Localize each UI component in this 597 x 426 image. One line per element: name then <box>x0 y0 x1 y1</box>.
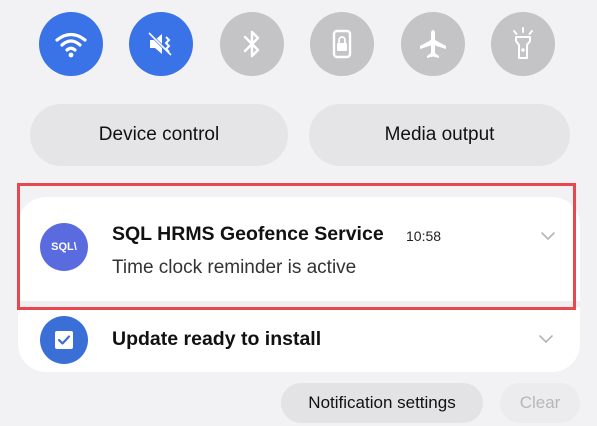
sql-app-icon-text: SQL\ <box>51 241 77 253</box>
sound-mute-toggle[interactable] <box>129 12 193 76</box>
notification-title: SQL HRMS Geofence Service <box>112 223 384 245</box>
chevron-down-icon[interactable] <box>538 334 554 344</box>
notification-settings-button[interactable]: Notification settings <box>281 383 483 423</box>
media-output-label: Media output <box>384 124 495 145</box>
media-output-button[interactable]: Media output <box>309 104 570 166</box>
notification-item-geofence[interactable]: SQL\ SQL HRMS Geofence Service 10:58 Tim… <box>18 197 580 301</box>
clear-button[interactable]: Clear <box>500 383 580 423</box>
flashlight-icon <box>513 27 533 59</box>
airplane-mode-toggle[interactable] <box>401 12 465 76</box>
notification-time: 10:58 <box>406 228 442 244</box>
sql-app-icon: SQL\ <box>40 223 88 271</box>
screen-lock-toggle[interactable] <box>310 12 374 76</box>
wifi-toggle[interactable] <box>39 12 103 76</box>
update-app-icon <box>40 316 88 364</box>
bluetooth-icon <box>243 30 260 58</box>
notification-settings-label: Notification settings <box>308 393 456 412</box>
notification-body: Time clock reminder is active <box>112 257 357 278</box>
airplane-icon <box>420 30 446 58</box>
device-control-label: Device control <box>98 124 220 145</box>
wifi-icon <box>55 32 87 58</box>
mute-icon <box>147 31 173 57</box>
quick-settings-toggles <box>0 0 597 96</box>
device-control-button[interactable]: Device control <box>30 104 288 166</box>
notification-title-update: Update ready to install <box>112 328 322 350</box>
chevron-down-icon[interactable] <box>540 231 556 241</box>
flashlight-toggle[interactable] <box>491 12 555 76</box>
notification-divider <box>18 301 580 307</box>
bluetooth-toggle[interactable] <box>220 12 284 76</box>
lock-icon <box>332 29 352 59</box>
check-box-icon <box>55 331 73 349</box>
clear-label: Clear <box>519 393 561 412</box>
